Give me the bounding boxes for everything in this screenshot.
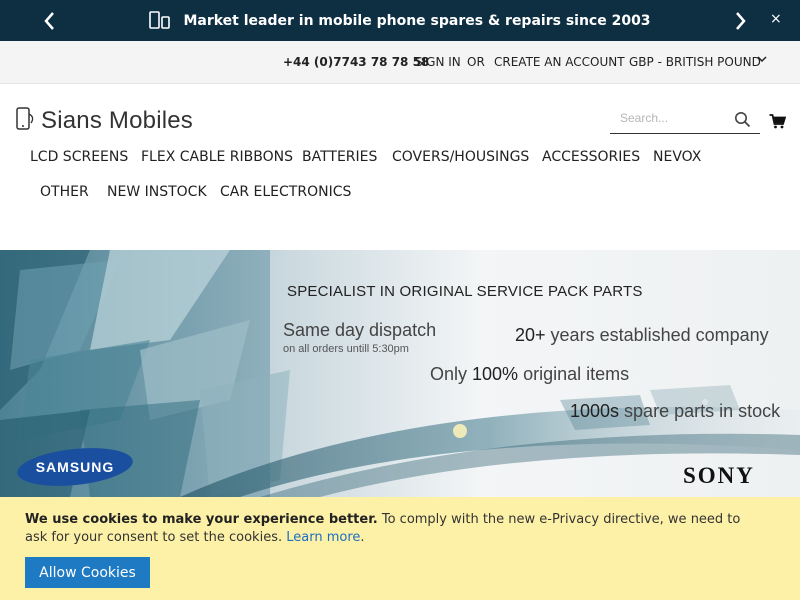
promo-text: Market leader in mobile phone spares & r… bbox=[183, 13, 651, 29]
cookie-text: We use cookies to make your experience b… bbox=[25, 511, 765, 547]
banner-original-pre: Only bbox=[430, 364, 473, 384]
banner-orders-until: on all orders untill 5:30pm bbox=[283, 343, 409, 355]
nav-item-nevox[interactable]: NEVOX bbox=[653, 149, 701, 165]
logo-text: Sians Mobiles bbox=[41, 107, 194, 134]
account-bar: +44 (0)7743 78 78 58 SIGN IN OR CREATE A… bbox=[0, 41, 800, 84]
cookie-notice: We use cookies to make your experience b… bbox=[0, 497, 800, 600]
sony-logo: SONY bbox=[683, 463, 755, 488]
banner-years: 20+ years established company bbox=[515, 325, 769, 346]
allow-cookies-button[interactable]: Allow Cookies bbox=[25, 557, 150, 588]
chevron-down-icon[interactable] bbox=[756, 53, 768, 68]
close-icon[interactable]: × bbox=[770, 11, 782, 27]
promo-message: Market leader in mobile phone spares & r… bbox=[0, 11, 800, 33]
banner-original: Only 100% original items bbox=[430, 364, 629, 385]
banner-years-rest: years established company bbox=[545, 325, 769, 345]
nav-item-car-electronics[interactable]: CAR ELECTRONICS bbox=[220, 184, 351, 200]
cookie-lead: We use cookies to make your experience b… bbox=[25, 512, 378, 527]
nav-item-other[interactable]: OTHER bbox=[40, 184, 89, 200]
search-icon[interactable] bbox=[734, 111, 751, 132]
nav-item-lcd-screens[interactable]: LCD SCREENS bbox=[30, 149, 128, 165]
logo-phone-icon bbox=[14, 106, 38, 136]
banner-headline: SPECIALIST IN ORIGINAL SERVICE PACK PART… bbox=[287, 283, 643, 300]
promo-bar: Market leader in mobile phone spares & r… bbox=[0, 0, 800, 41]
nav-item-flex-cable-ribbons[interactable]: FLEX CABLE RIBBONS bbox=[141, 149, 293, 165]
samsung-logo: SAMSUNG bbox=[17, 448, 133, 486]
site-logo[interactable]: Sians Mobiles bbox=[14, 106, 193, 136]
samsung-logo-text: SAMSUNG bbox=[36, 459, 115, 475]
nav-item-new-instock[interactable]: NEW INSTOCK bbox=[107, 184, 207, 200]
sign-in-link[interactable]: SIGN IN bbox=[415, 55, 461, 69]
banner-parts-rest: spare parts in stock bbox=[619, 401, 781, 421]
banner-parts: 1000s spare parts in stock bbox=[570, 401, 780, 422]
cookie-end: . bbox=[360, 530, 365, 545]
banner-years-strong: 20+ bbox=[515, 325, 546, 345]
create-account-link[interactable]: CREATE AN ACCOUNT bbox=[494, 55, 625, 69]
banner-same-day: Same day dispatch bbox=[283, 320, 437, 340]
search-input[interactable] bbox=[620, 111, 730, 125]
banner-parts-strong: 1000s bbox=[570, 401, 620, 421]
hero-banner[interactable]: SPECIALIST IN ORIGINAL SERVICE PACK PART… bbox=[0, 250, 800, 497]
nav-item-covers-housings[interactable]: COVERS/HOUSINGS bbox=[392, 149, 529, 165]
learn-more-link[interactable]: Learn more bbox=[286, 530, 360, 545]
phone-number[interactable]: +44 (0)7743 78 78 58 bbox=[283, 55, 429, 69]
or-separator: OR bbox=[467, 55, 485, 69]
banner-original-strong: 100% bbox=[472, 364, 519, 384]
nav-item-accessories[interactable]: ACCESSORIES bbox=[542, 149, 640, 165]
search-box bbox=[610, 106, 760, 134]
nav-item-batteries[interactable]: BATTERIES bbox=[302, 149, 377, 165]
phone-tablet-icon bbox=[149, 11, 171, 33]
cart-icon[interactable] bbox=[769, 114, 787, 133]
currency-selector[interactable]: GBP - BRITISH POUND bbox=[629, 55, 761, 69]
chevron-right-icon[interactable] bbox=[728, 9, 752, 33]
banner-original-rest: original items bbox=[518, 364, 630, 384]
